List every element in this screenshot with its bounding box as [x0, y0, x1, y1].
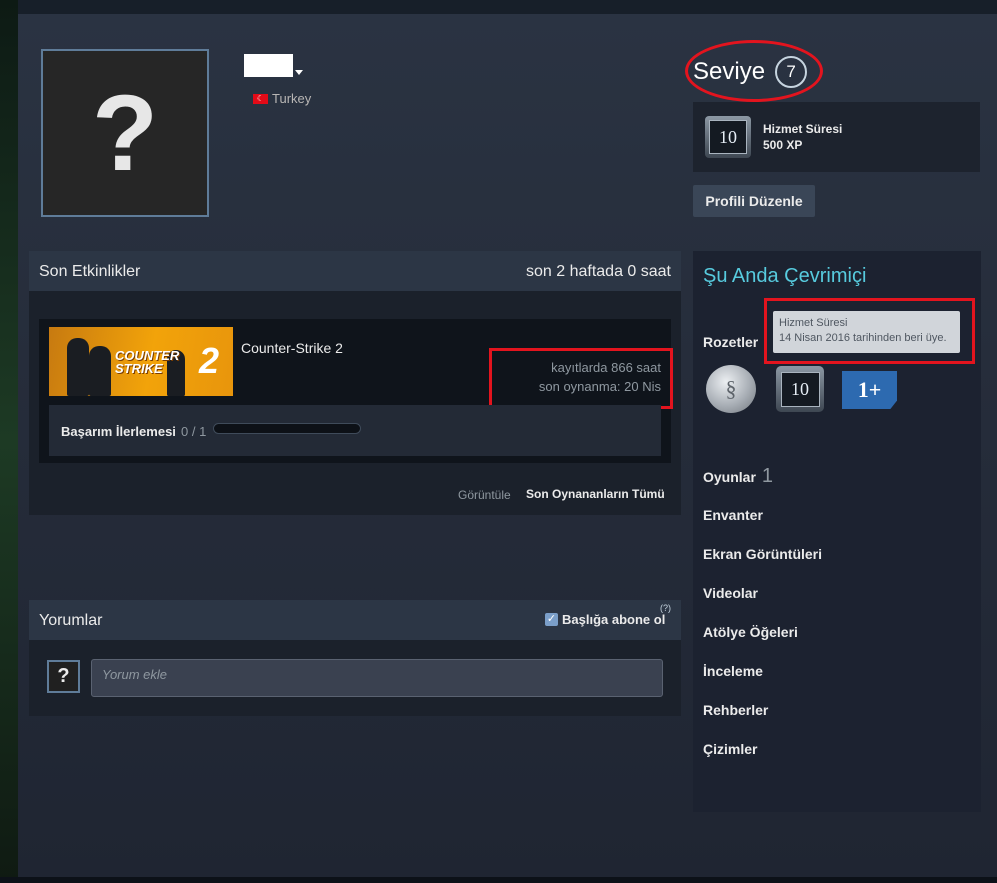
featured-badge-name: Hizmet Süresi: [763, 122, 843, 136]
achievement-progress-count: 0 / 1: [181, 424, 207, 439]
featured-badge-xp: 500 XP: [763, 138, 803, 152]
sidebar-item-reviews[interactable]: İnceleme: [703, 663, 763, 679]
game-thumbnail-number: 2: [199, 340, 220, 381]
sidebar-item-inventory[interactable]: Envanter: [703, 507, 763, 523]
level-highlight-ellipse: [685, 40, 823, 102]
sidebar-item-workshop[interactable]: Atölye Öğeleri: [703, 624, 798, 640]
recent-activity-header: Son Etkinlikler son 2 haftada 0 saat: [29, 251, 681, 291]
recent-activity-summary: son 2 haftada 0 saat: [526, 263, 671, 280]
profile-avatar[interactable]: ?: [41, 49, 209, 217]
profile-country: Turkey: [272, 91, 312, 106]
view-all-recent-link[interactable]: Son Oynananların Tümü: [526, 487, 665, 501]
turkey-flag-icon: ☾: [253, 94, 268, 104]
character-silhouette: [89, 346, 111, 396]
achievement-progress-label: Başarım İlerlemesi: [61, 424, 176, 439]
sidebar-item-games[interactable]: Oyunlar 1: [703, 465, 773, 488]
badges-link[interactable]: Rozetler: [703, 334, 758, 350]
game-title-link[interactable]: Counter-Strike 2: [241, 340, 343, 356]
subscribe-help-icon[interactable]: (?): [660, 603, 671, 613]
edit-profile-button[interactable]: Profili Düzenle: [693, 185, 815, 217]
profile-name-redacted: [244, 54, 293, 77]
background-left-strip: [0, 0, 18, 883]
years-of-service-badge-icon[interactable]: 10: [705, 116, 751, 158]
avatar-placeholder-glyph: ?: [92, 72, 158, 193]
games-count: 1: [761, 465, 774, 487]
name-dropdown-caret-icon[interactable]: [295, 70, 303, 75]
comments-title: Yorumlar: [39, 612, 103, 629]
game-thumbnail-logo: COUNTER STRIKE: [115, 348, 180, 376]
sidebar-item-screenshots[interactable]: Ekran Görüntüleri: [703, 546, 822, 562]
badge-icon-number: 10: [709, 120, 747, 154]
sidebar-item-artwork[interactable]: Çizimler: [703, 741, 757, 757]
one-plus-badge-icon[interactable]: 1+: [842, 371, 897, 409]
top-bar: [0, 0, 997, 14]
achievement-progress-bar: [213, 423, 361, 434]
comment-input[interactable]: Yorum ekle: [91, 659, 663, 697]
hours-highlight-rectangle: [489, 348, 673, 409]
sidebar-item-guides[interactable]: Rehberler: [703, 702, 768, 718]
sidebar-item-videos[interactable]: Videolar: [703, 585, 758, 601]
badge-b-number: 10: [780, 371, 820, 407]
game-thumbnail[interactable]: COUNTER STRIKE 2: [49, 327, 233, 396]
coin-badge-icon[interactable]: §: [706, 365, 756, 413]
games-label: Oyunlar: [703, 469, 756, 485]
subscribe-checkbox[interactable]: ✓: [545, 613, 558, 626]
bottom-bar: [0, 877, 997, 883]
recent-activity-title: Son Etkinlikler: [39, 263, 141, 280]
view-all-prefix: Görüntüle: [458, 488, 511, 502]
comment-avatar: ?: [47, 660, 80, 693]
online-status: Şu Anda Çevrimiçi: [703, 265, 867, 287]
years-of-service-badge-icon[interactable]: 10: [776, 366, 824, 412]
tooltip-highlight-rectangle: [764, 298, 975, 364]
character-silhouette: [67, 338, 89, 396]
subscribe-label[interactable]: Başlığa abone ol: [562, 612, 665, 627]
